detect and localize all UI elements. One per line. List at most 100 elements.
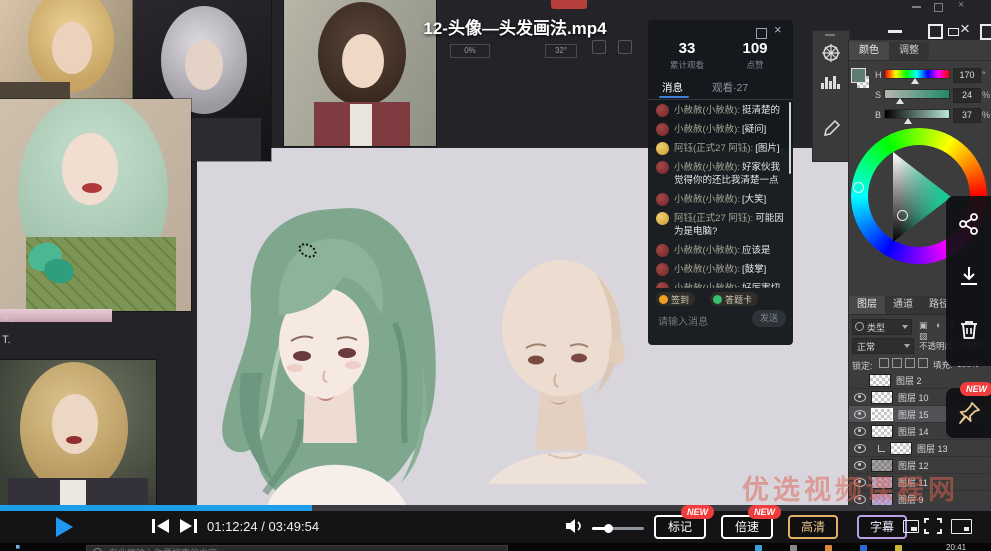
saturation-handle[interactable] [896,98,904,104]
layer-thumbnail[interactable] [870,374,890,386]
eye-icon[interactable] [854,443,866,453]
brush-angle-field[interactable]: 32° [545,44,577,58]
eye-icon[interactable] [854,409,866,419]
windows-start-icon[interactable] [16,545,20,549]
chat-scrollbar[interactable] [789,102,791,174]
volume-icon[interactable] [564,517,584,535]
lock-all-icon[interactable] [918,358,928,368]
pip-icon[interactable] [903,520,919,533]
taskbar-app-icon[interactable] [895,545,902,551]
brightness-handle[interactable] [904,118,912,124]
hue-label: H [875,70,882,80]
hue-slider[interactable] [885,70,949,78]
brightness-slider[interactable] [885,110,949,118]
flow-field[interactable]: 0% [450,44,490,58]
download-button[interactable] [957,264,981,288]
lock-position-icon[interactable] [905,358,915,368]
signin-badge[interactable]: 签到 [656,292,696,306]
subtitle-button[interactable]: 字幕 [857,515,907,539]
tab-watching[interactable]: 观看·27 [712,80,748,95]
layer-row[interactable]: 图层 11 [849,474,991,491]
theater-mode-icon[interactable] [951,519,972,534]
saturation-slider[interactable] [885,90,949,98]
play-button[interactable] [56,517,73,537]
chat-message: 阿钰(正式27 阿钰): 可能因为是电脑? [656,212,788,238]
minimize-icon[interactable] [888,30,902,33]
layer-thumbnail[interactable] [891,442,911,454]
taskbar-app-icon[interactable] [860,545,867,551]
chevron-down-icon [904,344,910,348]
mini-window-icon[interactable] [948,28,959,36]
send-button[interactable]: 发送 [752,310,786,327]
eye-icon[interactable] [854,392,866,402]
new-badge: NEW [748,505,781,519]
symmetry-option-icon[interactable] [618,40,632,54]
record-button[interactable] [551,0,587,9]
time-display: 01:12:24 / 03:49:54 [207,519,320,534]
tab-adjust[interactable]: 调整 [889,42,929,60]
saturation-value[interactable]: 24 [953,88,981,103]
taskbar-app-icon[interactable] [790,545,797,551]
ps-restore-icon[interactable] [934,3,943,12]
layer-thumbnail[interactable] [872,408,892,420]
trash-button[interactable] [957,318,981,342]
eye-icon[interactable] [854,460,866,470]
layer-thumbnail[interactable] [872,493,892,505]
navigator-panel-icon[interactable] [821,43,841,63]
pin-button[interactable] [956,400,982,426]
layer-thumbnail[interactable] [872,391,892,403]
popout-chat-icon[interactable] [756,28,767,39]
popout-icon[interactable] [980,24,991,40]
quality-button[interactable]: 高清 [788,515,838,539]
histogram-panel-icon[interactable] [821,75,841,89]
answer-card-badge[interactable]: 答题卡 [710,292,759,306]
tab-color[interactable]: 颜色 [849,42,889,60]
layer-thumbnail[interactable] [872,476,892,488]
brush-panel-icon[interactable] [821,119,841,139]
layer-filter-select[interactable]: 类型 [852,319,912,335]
layer-thumbnail[interactable] [872,459,892,471]
eye-icon[interactable] [854,426,866,436]
video-surface[interactable]: ✧. T. 0% 32° × 33 累计观看 109 点赞 消息 观看·27 小… [0,0,991,543]
volume-knob[interactable] [604,524,613,533]
chat-message: 小赦赦(小赦赦): [疑问] [656,123,788,136]
views-count: 33 [678,40,696,57]
maximize-icon[interactable] [928,24,943,39]
taskbar-search-input[interactable] [107,546,491,551]
layer-thumbnail[interactable] [872,425,892,437]
fullscreen-icon[interactable] [924,518,942,534]
chat-message-list[interactable]: 小赦赦(小赦赦): 挺清楚的 小赦赦(小赦赦): [疑问] 阿钰(正式27 阿钰):… [656,104,788,288]
brightness-value[interactable]: 37 [953,108,981,123]
tab-messages[interactable]: 消息 [662,80,683,95]
hue-handle[interactable] [911,78,919,84]
eye-icon[interactable] [854,477,866,487]
tab-channels[interactable]: 通道 [885,296,921,314]
chat-input[interactable] [656,312,752,332]
volume-slider[interactable] [592,524,644,533]
collapse-handle-icon[interactable] [825,34,835,36]
brush-option-icon[interactable] [592,40,606,54]
hue-value[interactable]: 170 [953,68,981,83]
blend-mode-select[interactable]: 正常 [852,338,914,354]
sv-selector[interactable] [897,210,908,221]
layer-row-clipped[interactable]: 图层 13 [849,440,991,457]
layer-row[interactable]: 图层 12 [849,457,991,474]
lock-pixels-icon[interactable] [892,358,902,368]
lock-transparency-icon[interactable] [879,358,889,368]
foreground-color-swatch[interactable] [851,68,866,83]
ps-minimize-icon[interactable] [912,6,921,8]
avatar [656,244,669,257]
taskbar-app-icon[interactable] [825,545,832,551]
taskbar-search[interactable] [86,545,508,551]
tab-layers[interactable]: 图层 [849,296,885,314]
ps-close-icon[interactable]: × [958,0,964,11]
tool-icon-1[interactable]: ✧. [2,312,14,325]
close-icon[interactable]: × [960,19,970,39]
type-tool-icon[interactable]: T. [2,334,11,346]
taskbar-app-icon[interactable] [755,545,762,551]
likes-count: 109 [742,40,768,57]
hue-ring-selector[interactable] [853,182,864,193]
close-chat-icon[interactable]: × [774,22,782,37]
share-button[interactable] [957,212,981,236]
eye-icon[interactable] [854,494,866,504]
